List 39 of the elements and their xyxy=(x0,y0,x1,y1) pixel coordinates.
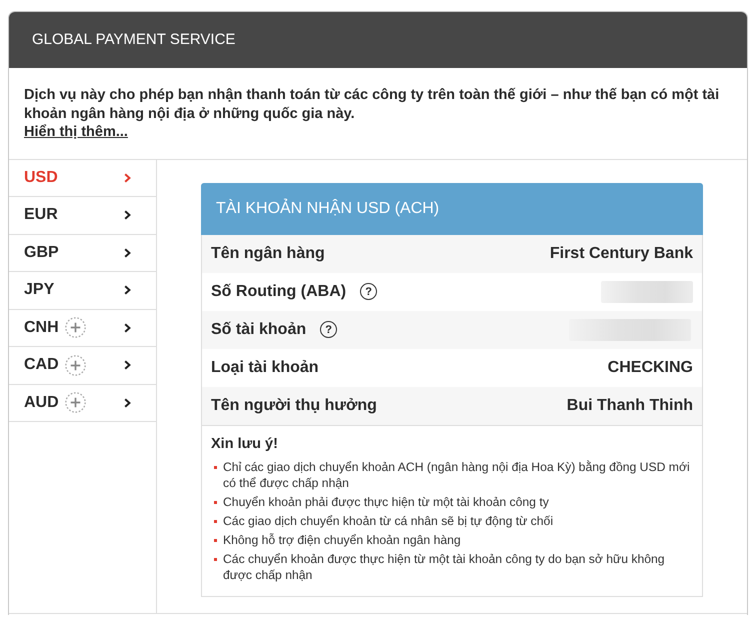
field-label: Tên người thụ hưởng xyxy=(211,396,377,414)
note-text: Chuyển khoản phải được thực hiện từ một tài khoản công ty xyxy=(223,494,550,510)
chevron-right-icon xyxy=(124,398,131,408)
field-label: Số Routing (ABA) xyxy=(211,282,346,300)
currency-tab[interactable]: GBP xyxy=(9,234,156,272)
notes-title: Xin lưu ý! xyxy=(211,436,279,452)
currency-tab[interactable]: CAD xyxy=(9,347,156,384)
currency-tab[interactable]: USD xyxy=(9,160,156,197)
bullet-icon xyxy=(214,500,217,504)
field-value: Bui Thanh Thinh xyxy=(566,396,693,414)
intro-text: Dịch vụ này cho phép bạn nhận thanh toán từ các công ty trên toàn thế giới – như thế bạn có một tài khoản ngân hàng nội địa ở những quốc gia này. xyxy=(24,86,720,123)
currency-tab[interactable]: AUD xyxy=(9,384,156,422)
page-title: GLOBAL PAYMENT SERVICE xyxy=(32,31,236,48)
note-text: Chỉ các giao dịch chuyển khoản ACH (ngân hàng nội địa Hoa Kỳ) bằng đồng USD mới có thể được chấp nhận xyxy=(223,458,691,490)
help-icon[interactable]: ? xyxy=(320,321,338,338)
bullet-icon xyxy=(214,520,217,522)
bullet-icon xyxy=(214,558,217,560)
chevron-right-icon xyxy=(124,322,131,333)
bullet-icon xyxy=(214,466,217,468)
chevron-right-icon xyxy=(124,360,131,370)
note-text: Không hỗ trợ điện chuyển khoản ngân hàng xyxy=(223,532,462,548)
chevron-right-icon xyxy=(124,248,131,258)
help-icon[interactable]: ? xyxy=(360,283,378,300)
note-text: Các chuyển khoản được thực hiện từ một tài khoản công ty do bạn sở hữu không được chấp nhận xyxy=(223,550,666,582)
panel-title: TÀI KHOẢN NHẬN USD (ACH) xyxy=(216,200,440,218)
field-value: First Century Bank xyxy=(550,244,693,262)
currency-tab[interactable]: JPY xyxy=(9,272,156,310)
field-value: CHECKING xyxy=(608,358,693,376)
currency-tab[interactable]: EUR xyxy=(9,197,156,234)
field-label: Loại tài khoản xyxy=(211,358,319,376)
field-label: Số tài khoản xyxy=(211,320,306,338)
note-text: Các giao dịch chuyển khoản từ cá nhân sẽ bị tự động từ chối xyxy=(223,512,554,528)
currency-tab[interactable]: CNH xyxy=(9,310,156,347)
chevron-right-icon xyxy=(124,210,131,220)
chevron-right-icon xyxy=(124,285,131,296)
field-label: Tên ngân hàng xyxy=(211,244,325,262)
show-more-link[interactable]: Hiển thị thêm... xyxy=(24,123,128,142)
bullet-icon xyxy=(214,538,217,542)
chevron-right-icon xyxy=(124,172,131,183)
